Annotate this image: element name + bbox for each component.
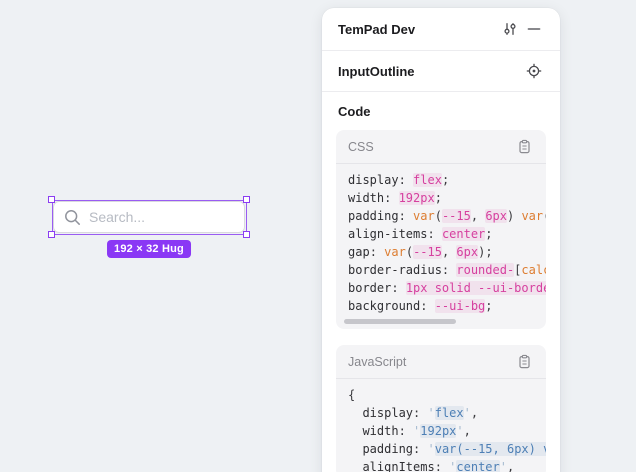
css-horizontal-scrollbar — [336, 317, 546, 329]
code-section-label: Code — [336, 104, 546, 119]
code-line: padding: var(--15, 6px) var(--25, 16px); — [348, 207, 546, 225]
selection-handle-bottom-right[interactable] — [243, 231, 250, 238]
code-line: background: --ui-bg; — [348, 297, 546, 315]
css-code-body[interactable]: display: flex;width: 192px;padding: var(… — [336, 164, 546, 317]
crosshair-icon — [526, 63, 542, 79]
code-section: Code CSS display: flex;width: 192px;padd… — [322, 92, 560, 472]
sliders-icon — [502, 21, 518, 37]
search-placeholder: Search... — [89, 209, 145, 225]
selection-handle-bottom-left[interactable] — [48, 231, 55, 238]
tempad-dev-panel: TemPad Dev InputOutline — [322, 8, 560, 472]
selection-handle-top-right[interactable] — [243, 196, 250, 203]
selection-handle-top-left[interactable] — [48, 196, 55, 203]
js-code-block-header: JavaScript — [336, 345, 546, 379]
minus-icon — [526, 21, 542, 37]
js-code-body[interactable]: { display: 'flex', width: '192px', paddi… — [336, 379, 546, 472]
code-line: padding: 'var(--15, 6px) var(--25, 16px)… — [348, 440, 546, 458]
size-badge: 192 × 32 Hug — [107, 240, 191, 258]
panel-header: TemPad Dev — [322, 8, 560, 50]
search-icon — [64, 209, 81, 226]
scrollbar-thumb[interactable] — [344, 319, 456, 324]
code-line: alignItems: 'center', — [348, 458, 546, 472]
panel-title: TemPad Dev — [338, 22, 498, 37]
code-line: display: 'flex', — [348, 404, 546, 422]
code-line: border: 1px solid --ui-border-input; — [348, 279, 546, 297]
clipboard-icon — [517, 354, 532, 369]
minimize-button[interactable] — [522, 17, 546, 41]
code-line: { — [348, 386, 546, 404]
css-code-block-header: CSS — [336, 130, 546, 164]
locate-node-button[interactable] — [522, 59, 546, 83]
css-code-block: CSS display: flex;width: 192px;padding: … — [336, 130, 546, 329]
clipboard-icon — [517, 139, 532, 154]
code-line: align-items: center; — [348, 225, 546, 243]
copy-css-button[interactable] — [512, 135, 536, 159]
css-code-block-label: CSS — [348, 140, 512, 154]
js-code-block: JavaScript { display: 'flex', width: '19… — [336, 345, 546, 472]
code-line: width: '192px', — [348, 422, 546, 440]
code-line: gap: var(--15, 6px); — [348, 243, 546, 261]
code-line: display: flex; — [348, 171, 546, 189]
selected-node-name: InputOutline — [338, 64, 522, 79]
selected-node-row: InputOutline — [322, 51, 560, 91]
search-input[interactable]: Search... — [53, 201, 245, 233]
code-line: width: 192px; — [348, 189, 546, 207]
code-line: border-radius: rounded-[calc(var(--round… — [348, 261, 546, 279]
settings-sliders-button[interactable] — [498, 17, 522, 41]
js-code-block-label: JavaScript — [348, 355, 512, 369]
copy-js-button[interactable] — [512, 350, 536, 374]
